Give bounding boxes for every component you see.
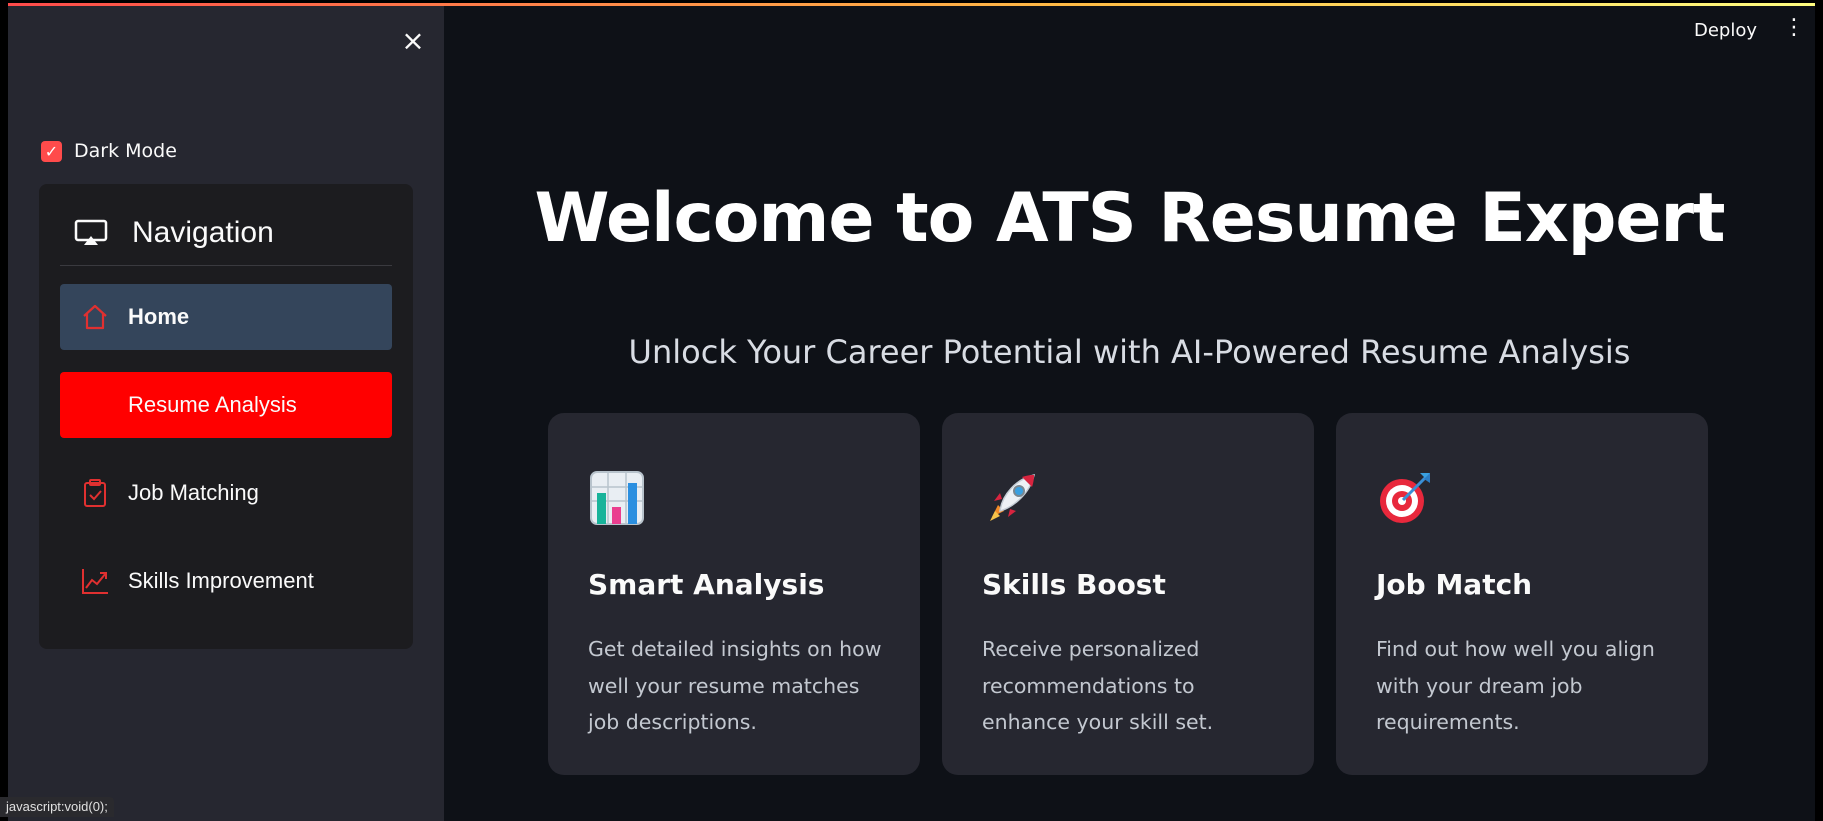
- home-icon: [83, 304, 107, 330]
- card-title: Skills Boost: [982, 568, 1166, 601]
- nav-item-home[interactable]: Home: [60, 284, 392, 350]
- more-vertical-icon[interactable]: ⋮: [1783, 17, 1805, 39]
- card-description: Get detailed insights on how well your r…: [588, 637, 882, 734]
- sidebar-close-button[interactable]: ×: [398, 26, 428, 56]
- feature-card-smart-analysis: Smart Analysis Get detailed insights on …: [548, 413, 920, 775]
- nav-item-resume-analysis[interactable]: Resume Analysis: [60, 372, 392, 438]
- bar-chart-emoji: [590, 471, 644, 525]
- app-window: × ✓ Dark Mode Navigation Home Resume Ana…: [8, 3, 1815, 821]
- card-title: Job Match: [1376, 568, 1533, 601]
- card-title: Smart Analysis: [588, 568, 825, 601]
- page-title: Welcome to ATS Resume Expert: [534, 179, 1725, 258]
- navigation-title: Navigation: [132, 215, 274, 249]
- dark-mode-label: Dark Mode: [74, 140, 177, 162]
- feature-card-job-match: Job Match Find out how well you align wi…: [1336, 413, 1708, 775]
- feature-card-skills-boost: Skills Boost Receive personalized recomm…: [942, 413, 1314, 775]
- nav-item-label: Skills Improvement: [128, 568, 314, 593]
- nav-item-job-matching[interactable]: Job Matching: [60, 460, 392, 526]
- target-emoji: [1380, 473, 1430, 523]
- clipboard-check-icon: [84, 479, 106, 507]
- nav-item-label: Home: [128, 304, 190, 329]
- navigation-header: Navigation: [60, 200, 392, 266]
- status-bar-link-preview: javascript:void(0);: [0, 797, 114, 817]
- nav-item-label: Resume Analysis: [128, 392, 297, 417]
- nav-item-skills-improvement[interactable]: Skills Improvement: [60, 548, 392, 614]
- nav-item-label: Job Matching: [128, 480, 259, 505]
- main-scrollbar[interactable]: [1809, 6, 1815, 821]
- cast-icon: [74, 219, 108, 245]
- card-description: Find out how well you align with your dr…: [1376, 637, 1655, 734]
- page-subtitle: Unlock Your Career Potential with AI-Pow…: [628, 333, 1631, 371]
- navigation-panel: Navigation Home Resume Analysis Job Matc…: [39, 184, 413, 649]
- dark-mode-checkbox[interactable]: ✓: [41, 140, 62, 162]
- card-description: Receive personalized recommendations to …: [982, 637, 1214, 734]
- rocket-emoji: [990, 474, 1035, 521]
- sidebar: × ✓ Dark Mode Navigation Home Resume Ana…: [8, 6, 444, 821]
- dark-mode-toggle[interactable]: ✓ Dark Mode: [41, 136, 177, 166]
- deploy-button[interactable]: Deploy: [1694, 20, 1757, 41]
- trending-up-icon: [82, 569, 108, 594]
